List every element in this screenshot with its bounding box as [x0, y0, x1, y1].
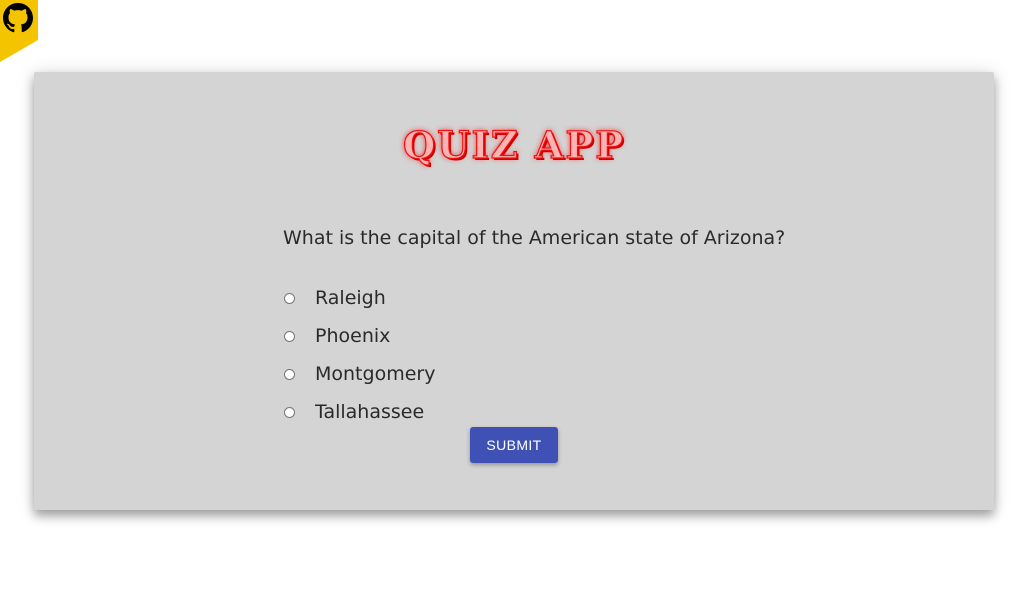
option-phoenix[interactable]: Phoenix — [283, 317, 435, 355]
radio-button[interactable] — [284, 330, 295, 342]
option-montgomery[interactable]: Montgomery — [283, 355, 435, 393]
github-corner-link[interactable] — [0, 0, 38, 62]
submit-button[interactable]: SUBMIT — [470, 427, 558, 463]
radio-button[interactable] — [284, 292, 295, 304]
option-raleigh[interactable]: Raleigh — [283, 279, 435, 317]
answer-options: Raleigh Phoenix Montgomery Tallahassee — [283, 279, 435, 431]
question-text: What is the capital of the American stat… — [283, 227, 786, 249]
option-label[interactable]: Tallahassee — [315, 400, 424, 424]
option-label[interactable]: Montgomery — [315, 362, 435, 386]
radio-button[interactable] — [284, 406, 295, 418]
radio-button[interactable] — [284, 368, 295, 380]
option-tallahassee[interactable]: Tallahassee — [283, 393, 435, 431]
quiz-title: QUIZ APP — [402, 122, 626, 167]
option-label[interactable]: Raleigh — [315, 286, 386, 310]
github-corner-ribbon — [0, 0, 38, 62]
quiz-card: QUIZ APP What is the capital of the Amer… — [34, 72, 994, 510]
option-label[interactable]: Phoenix — [315, 324, 390, 348]
